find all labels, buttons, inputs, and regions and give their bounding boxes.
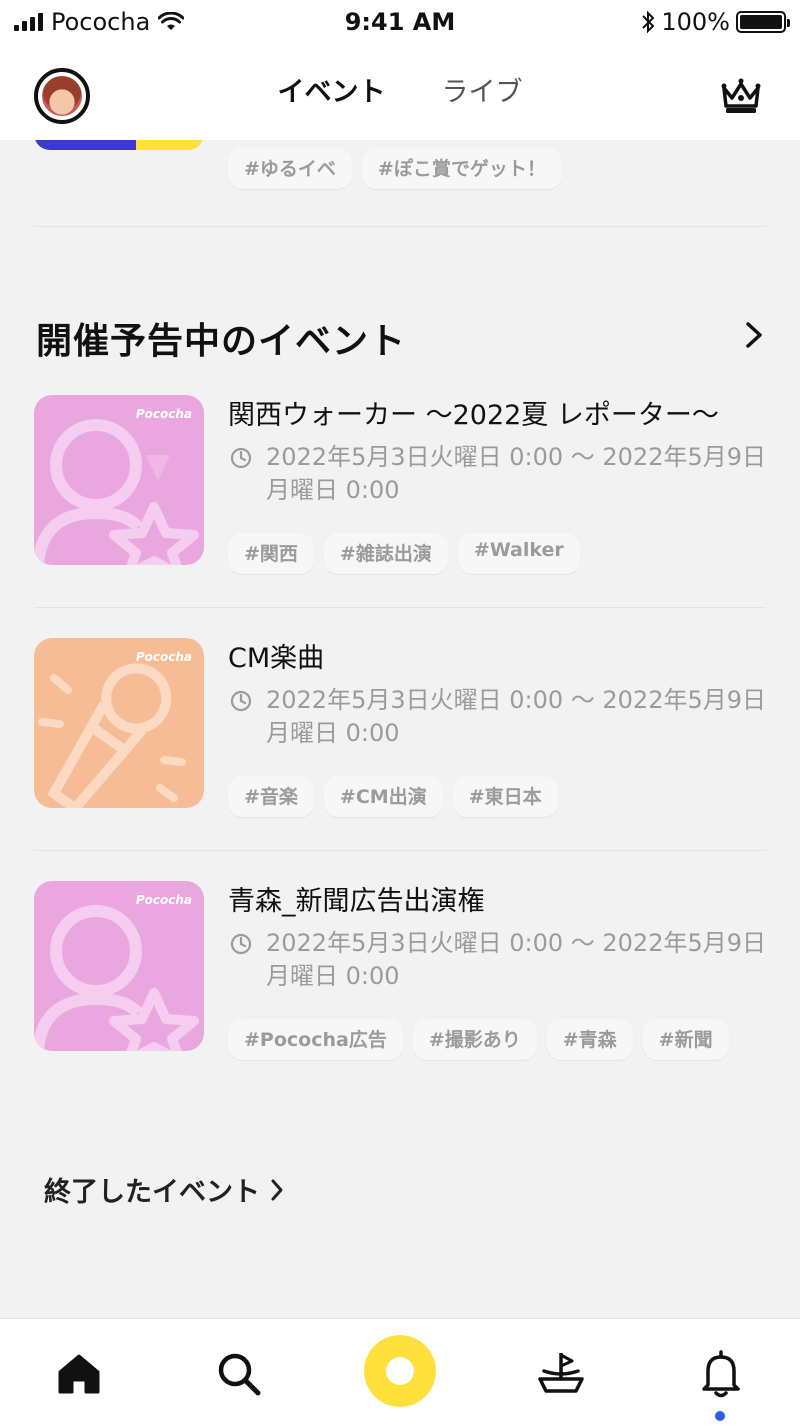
event-period: 2022年5月3日火曜日 0:00 〜 2022年5月9日月曜日 0:00 <box>266 686 767 747</box>
ended-events-label: 終了したイベント <box>44 1177 260 1208</box>
bottom-nav <box>0 1318 800 1428</box>
crown-icon[interactable] <box>718 72 764 118</box>
chevron-right-icon[interactable] <box>742 320 766 350</box>
nav-ship[interactable] <box>536 1349 586 1399</box>
tag[interactable]: #ゆるイベ <box>228 148 352 189</box>
event-tags: #音楽 #CM出演 #東日本 <box>228 776 558 817</box>
home-icon <box>58 1354 100 1394</box>
event-thumbnail: Pococha <box>34 395 204 565</box>
ship-icon <box>538 1353 584 1393</box>
event-period: 2022年5月3日火曜日 0:00 〜 2022年5月9日月曜日 0:00 <box>266 929 767 990</box>
tag[interactable]: #撮影あり <box>412 1019 537 1060</box>
wifi-icon <box>158 12 185 30</box>
tag[interactable]: #新聞 <box>642 1019 729 1060</box>
clock-icon <box>230 690 252 712</box>
nav-search[interactable] <box>214 1349 264 1399</box>
event-card[interactable]: Pococha 青森_新聞広告出演権 2022年5月3日火曜日 0:00 〜 2… <box>34 881 766 1093</box>
bell-icon <box>702 1350 740 1398</box>
signal-icon <box>14 13 43 31</box>
clock-icon <box>230 933 252 955</box>
tag[interactable]: #ぽこ賞でゲット！ <box>361 148 562 189</box>
tag[interactable]: #CM出演 <box>323 776 443 817</box>
divider <box>34 607 766 608</box>
thumbnail-brand: Pococha <box>135 407 192 421</box>
previous-event-tags: #ゆるイベ #ぽこ賞でゲット！ <box>228 148 562 189</box>
nav-notifications[interactable] <box>696 1349 746 1399</box>
tab-live[interactable]: ライブ <box>442 70 523 109</box>
app-header: イベント ライブ <box>0 44 800 140</box>
notification-dot <box>715 1411 725 1421</box>
nav-home[interactable] <box>54 1349 104 1399</box>
carrier-label: Pococha <box>51 8 151 36</box>
event-card[interactable]: Pococha CM楽曲 2022年5月3日火曜日 0:00 〜 2022年5月… <box>34 638 766 850</box>
divider <box>34 850 766 851</box>
status-right: 100% <box>641 8 790 36</box>
tag[interactable]: #音楽 <box>228 776 314 817</box>
section-title-upcoming: 開催予告中のイベント <box>36 321 407 362</box>
divider <box>34 226 766 227</box>
event-tags: #Pococha広告 #撮影あり #青森 #新聞 <box>228 1019 729 1060</box>
status-bar: Pococha 9:41 AM 100% <box>0 0 800 44</box>
thumbnail-brand: Pococha <box>135 650 192 664</box>
live-button[interactable] <box>364 1335 436 1407</box>
bluetooth-icon <box>642 10 655 34</box>
event-thumbnail: Pococha <box>34 881 204 1051</box>
event-thumbnail: Pococha <box>34 638 204 808</box>
tag[interactable]: #Pococha広告 <box>228 1019 403 1060</box>
event-title: CM楽曲 <box>228 643 325 674</box>
tag[interactable]: #青森 <box>546 1019 633 1060</box>
event-list-content[interactable]: #ゆるイベ #ぽこ賞でゲット！ 開催予告中のイベント Pococha 関西ウォー… <box>0 140 800 1318</box>
tab-events[interactable]: イベント <box>278 70 386 109</box>
tag[interactable]: #関西 <box>228 533 314 574</box>
tag[interactable]: #東日本 <box>452 776 558 817</box>
search-icon <box>218 1353 261 1396</box>
header-tabs: イベント ライブ <box>0 70 800 109</box>
previous-event-thumbnail[interactable] <box>34 140 204 150</box>
event-tags: #関西 #雑誌出演 #Walker <box>228 533 580 574</box>
thumbnail-brand: Pococha <box>135 893 192 907</box>
event-title: 青森_新聞広告出演権 <box>228 886 485 917</box>
tag[interactable]: #雑誌出演 <box>323 533 448 574</box>
ended-events-link[interactable]: 終了したイベント <box>44 1170 284 1209</box>
battery-icon <box>736 11 790 33</box>
event-title: 関西ウォーカー 〜2022夏 レポーター〜 <box>228 400 719 431</box>
chevron-right-icon <box>271 1179 283 1200</box>
status-left: Pococha <box>14 8 185 36</box>
event-period: 2022年5月3日火曜日 0:00 〜 2022年5月9日月曜日 0:00 <box>266 443 767 504</box>
tag[interactable]: #Walker <box>457 533 580 574</box>
event-card[interactable]: Pococha 関西ウォーカー 〜2022夏 レポーター〜 2022年5月3日火… <box>34 395 766 607</box>
battery-percent: 100% <box>661 8 730 36</box>
live-button-center <box>386 1357 414 1385</box>
clock-icon <box>230 447 252 469</box>
